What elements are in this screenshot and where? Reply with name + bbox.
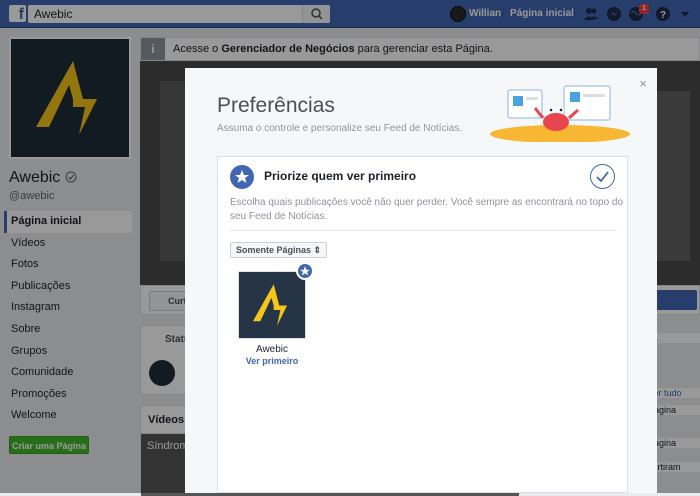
see-first-panel: Priorize quem ver primeiro Escolha quais…: [217, 156, 628, 493]
preferences-dialog: × Preferências Assuma o controle e perso…: [185, 68, 657, 493]
see-first-link[interactable]: Ver primeiro: [238, 356, 306, 366]
awebic-page-tile[interactable]: [238, 271, 306, 339]
tile-page-name: Awebic: [255, 344, 289, 355]
crab-illustration-icon: [490, 85, 630, 142]
star-icon: [230, 165, 254, 189]
dialog-subtitle: Assuma o controle e personalize seu Feed…: [217, 123, 463, 134]
close-icon[interactable]: ×: [639, 76, 647, 91]
section-title: Priorize quem ver primeiro: [264, 169, 417, 183]
divider: [230, 230, 617, 231]
see-first-star-badge-icon: [296, 262, 314, 280]
dialog-title: Preferências: [217, 94, 335, 117]
filter-dropdown[interactable]: Somente Páginas ⇕: [230, 242, 328, 258]
awebic-logo-icon: [252, 284, 288, 326]
section-description: Escolha quais publicações você não quer …: [230, 197, 624, 222]
done-check-icon[interactable]: [590, 164, 615, 189]
